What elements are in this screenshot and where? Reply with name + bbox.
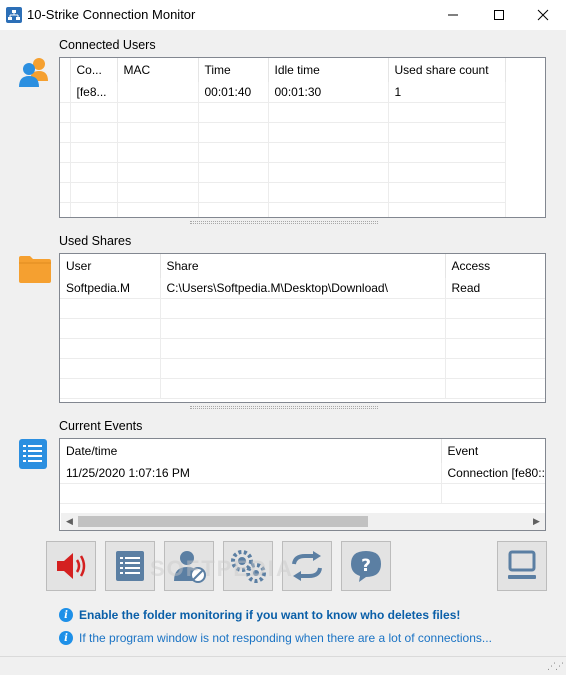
folder-icon — [19, 256, 51, 283]
empty-row — [60, 182, 506, 203]
column-header-used-share-count[interactable]: Used share count — [388, 58, 506, 82]
cell-user: Softpedia.M — [60, 278, 161, 299]
row-indicator-header — [60, 58, 71, 82]
empty-row — [60, 102, 506, 123]
maximize-icon — [494, 10, 504, 20]
column-header-mac[interactable]: MAC — [117, 58, 199, 82]
empty-row — [60, 162, 506, 183]
computer-icon — [508, 550, 536, 579]
used-shares-label: Used Shares — [59, 234, 132, 248]
cell-event: Connection [fe80:: — [441, 463, 545, 484]
settings-icon — [231, 550, 266, 583]
column-header-access[interactable]: Access — [445, 254, 545, 278]
disconnect-user-button[interactable] — [164, 541, 214, 591]
cell-idle-time: 00:01:30 — [268, 82, 389, 103]
refresh-button[interactable] — [282, 541, 332, 591]
info-icon: i — [59, 631, 73, 645]
help-button[interactable]: ? — [341, 541, 391, 591]
current-events-label: Current Events — [59, 419, 143, 433]
column-header-share[interactable]: Share — [160, 254, 446, 278]
cell-access: Read — [445, 278, 545, 299]
close-button[interactable] — [520, 0, 566, 30]
empty-row — [60, 318, 545, 339]
table-row[interactable]: [fe8... 00:01:40 00:01:30 1 — [60, 82, 506, 103]
refresh-icon — [292, 551, 322, 581]
horizontal-scrollbar[interactable]: ◀ ▶ — [61, 513, 545, 530]
scrollbar-thumb[interactable] — [78, 516, 368, 527]
empty-row — [60, 142, 506, 163]
log-icon — [116, 551, 144, 581]
cell-used-share-count: 1 — [388, 82, 506, 103]
scroll-left-icon[interactable]: ◀ — [61, 513, 78, 530]
sound-button[interactable] — [46, 541, 96, 591]
minimize-button[interactable] — [430, 0, 476, 30]
cell-share: C:\Users\Softpedia.M\Desktop\Download\ — [160, 278, 446, 299]
empty-row — [60, 358, 545, 379]
maximize-button[interactable] — [476, 0, 522, 30]
empty-row — [60, 202, 506, 217]
cell-time: 00:01:40 — [198, 82, 269, 103]
close-icon — [537, 9, 549, 21]
cell-computer: [fe8... — [70, 82, 118, 103]
status-bar: ⋰⋰ — [0, 656, 566, 675]
column-header-user[interactable]: User — [60, 254, 161, 278]
table-row[interactable]: Softpedia.M C:\Users\Softpedia.M\Desktop… — [60, 278, 545, 299]
resize-grip-icon[interactable]: ⋰⋰ — [547, 661, 564, 672]
empty-row — [60, 122, 506, 143]
svg-text:?: ? — [361, 556, 371, 576]
info-line-folder-monitoring[interactable]: i Enable the folder monitoring if you wa… — [59, 608, 460, 622]
log-button[interactable] — [105, 541, 155, 591]
column-header-computer[interactable]: Co... — [70, 58, 118, 82]
table-header-row: Date/time Event — [60, 439, 545, 463]
column-header-date-time[interactable]: Date/time — [60, 439, 442, 463]
current-events-grid[interactable]: Date/time Event 11/25/2020 1:07:16 PM Co… — [59, 438, 546, 531]
scroll-right-icon[interactable]: ▶ — [528, 513, 545, 530]
empty-row — [60, 338, 545, 359]
info-link-not-responding[interactable]: If the program window is not responding … — [79, 631, 492, 645]
network-app-icon — [6, 7, 22, 23]
table-header-row: User Share Access — [60, 254, 545, 278]
column-header-idle-time[interactable]: Idle time — [268, 58, 389, 82]
empty-row — [60, 378, 545, 399]
disconnect-user-icon — [174, 551, 206, 583]
table-row[interactable]: 11/25/2020 1:07:16 PM Connection [fe80:: — [60, 463, 545, 484]
minimize-icon — [448, 14, 458, 16]
empty-row — [60, 298, 545, 319]
info-icon: i — [59, 608, 73, 622]
connected-users-grid[interactable]: Co... MAC Time Idle time Used share coun… — [59, 57, 546, 218]
connected-users-label: Connected Users — [59, 38, 156, 52]
title-bar: 10-Strike Connection Monitor — [0, 0, 566, 30]
empty-row — [60, 483, 545, 504]
settings-button[interactable] — [223, 541, 273, 591]
info-link-folder-monitoring[interactable]: Enable the folder monitoring if you want… — [79, 608, 460, 622]
computer-button[interactable] — [497, 541, 547, 591]
sound-icon — [57, 553, 86, 579]
info-line-not-responding[interactable]: i If the program window is not respondin… — [59, 631, 492, 645]
users-icon — [19, 58, 48, 87]
column-header-time[interactable]: Time — [198, 58, 269, 82]
window-title: 10-Strike Connection Monitor — [27, 7, 196, 22]
splitter-handle[interactable] — [190, 406, 378, 409]
table-header-row: Co... MAC Time Idle time Used share coun… — [60, 58, 506, 82]
event-list-icon — [19, 439, 47, 469]
cell-date-time: 11/25/2020 1:07:16 PM — [60, 463, 442, 484]
help-icon: ? — [351, 551, 381, 582]
column-header-event[interactable]: Event — [441, 439, 545, 463]
used-shares-grid[interactable]: User Share Access Softpedia.M C:\Users\S… — [59, 253, 546, 403]
cell-mac — [117, 82, 199, 103]
splitter-handle[interactable] — [190, 221, 378, 224]
